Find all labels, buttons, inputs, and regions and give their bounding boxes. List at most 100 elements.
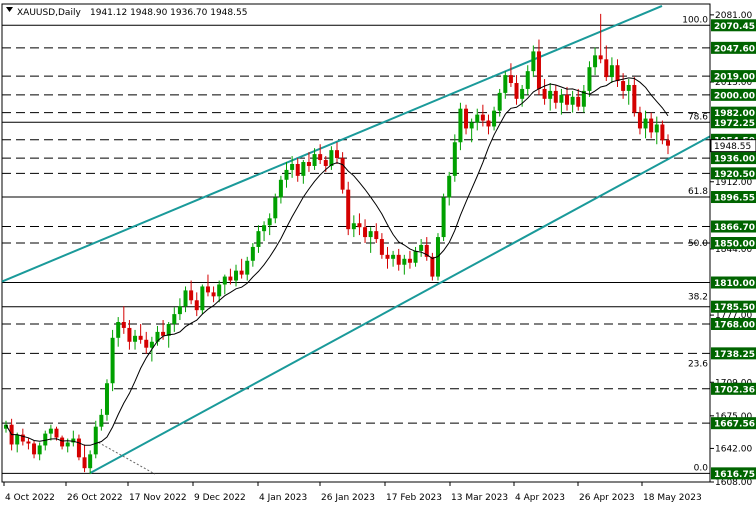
candle-body bbox=[329, 150, 334, 166]
level-price-label: 2047.60 bbox=[714, 44, 755, 54]
candle-body bbox=[306, 162, 311, 166]
fib-label: 0.0 bbox=[694, 463, 709, 473]
candle-body bbox=[441, 197, 446, 238]
candle-body bbox=[183, 290, 188, 307]
candle-body bbox=[553, 90, 558, 103]
date-label: 17 Feb 2023 bbox=[386, 493, 442, 503]
candle-body bbox=[166, 323, 171, 336]
candle-body bbox=[565, 94, 570, 105]
candle-body bbox=[626, 84, 631, 91]
date-label: 17 Nov 2022 bbox=[129, 493, 187, 503]
candle-body bbox=[234, 270, 239, 281]
level-price-label: 1785.50 bbox=[714, 303, 755, 313]
candle-body bbox=[452, 142, 457, 176]
candle-body bbox=[189, 290, 194, 301]
candle-body bbox=[205, 286, 210, 293]
candle-body bbox=[60, 437, 65, 447]
candle-body bbox=[379, 239, 384, 255]
price-tick-label: 1642.00 bbox=[715, 444, 752, 454]
candle-body bbox=[262, 225, 267, 232]
candle-body bbox=[15, 434, 20, 445]
candle-body bbox=[419, 244, 424, 251]
candle-body bbox=[127, 327, 132, 342]
candle-body bbox=[576, 96, 581, 107]
candle-body bbox=[273, 197, 278, 219]
candle-body bbox=[116, 322, 121, 338]
fib-label: 78.6 bbox=[688, 112, 708, 122]
candle-body bbox=[37, 445, 42, 455]
candle-body bbox=[54, 428, 59, 438]
candle-body bbox=[161, 331, 166, 336]
symbol-label: XAUUSD,Daily bbox=[17, 8, 81, 18]
price-chart[interactable]: 100.078.661.850.038.223.60.02081.002013.… bbox=[0, 0, 756, 510]
candle-body bbox=[340, 158, 345, 190]
candle-body bbox=[621, 81, 626, 91]
candle-body bbox=[660, 124, 665, 141]
candle-body bbox=[211, 292, 216, 297]
candle-body bbox=[396, 254, 401, 265]
date-label: 26 Apr 2023 bbox=[579, 493, 635, 503]
candle-body bbox=[335, 150, 339, 159]
candle-body bbox=[542, 88, 547, 99]
level-price-label: 1866.70 bbox=[714, 223, 755, 233]
candle-body bbox=[133, 335, 138, 342]
candle-body bbox=[525, 71, 530, 89]
candle-body bbox=[65, 442, 70, 447]
candle-body bbox=[48, 428, 53, 434]
candle-body bbox=[604, 59, 609, 78]
candle-body bbox=[536, 51, 541, 89]
candle-body bbox=[32, 443, 37, 455]
date-label: 9 Dec 2022 bbox=[194, 493, 246, 503]
candle-body bbox=[637, 112, 642, 129]
candle-body bbox=[88, 454, 93, 469]
level-price-label: 1972.25 bbox=[714, 119, 755, 129]
candle-body bbox=[222, 276, 227, 285]
level-price-label: 1810.00 bbox=[714, 279, 755, 289]
candle-body bbox=[228, 276, 233, 281]
candle-body bbox=[312, 154, 317, 166]
candle-body bbox=[323, 160, 328, 166]
candle-body bbox=[402, 258, 407, 265]
candle-body bbox=[284, 169, 289, 180]
candle-body bbox=[250, 246, 255, 261]
candle-body bbox=[245, 260, 250, 275]
candle-body bbox=[172, 314, 177, 324]
candle-body bbox=[177, 306, 182, 315]
candle-body bbox=[99, 414, 104, 427]
candle-body bbox=[295, 163, 300, 176]
candle-body bbox=[363, 227, 368, 238]
candle-body bbox=[587, 67, 592, 91]
candle-body bbox=[239, 270, 244, 275]
fib-label: 38.2 bbox=[688, 292, 708, 302]
candle-body bbox=[643, 118, 648, 129]
candle-body bbox=[548, 90, 553, 99]
candle-body bbox=[666, 140, 670, 146]
candle-body bbox=[391, 254, 396, 259]
candle-body bbox=[200, 286, 205, 311]
candle-body bbox=[615, 65, 620, 82]
date-label: 26 Oct 2022 bbox=[67, 493, 123, 503]
candle-body bbox=[301, 162, 306, 176]
candle-body bbox=[138, 335, 143, 340]
candle-body bbox=[93, 426, 98, 455]
candle-body bbox=[520, 88, 525, 99]
candle-body bbox=[469, 122, 474, 129]
fib-label: 61.8 bbox=[688, 187, 708, 197]
candle-body bbox=[508, 75, 513, 84]
fib-label: 50.0 bbox=[688, 239, 708, 249]
candle-body bbox=[357, 223, 362, 228]
date-label: 18 May 2023 bbox=[643, 493, 702, 503]
candle-body bbox=[26, 441, 31, 444]
level-price-label: 1616.75 bbox=[714, 470, 755, 480]
level-price-label: 1667.56 bbox=[714, 420, 755, 430]
level-price-label: 1768.00 bbox=[714, 320, 755, 330]
candle-body bbox=[480, 114, 485, 121]
candle-body bbox=[318, 154, 323, 161]
candle-body bbox=[104, 383, 109, 415]
candle-body bbox=[256, 231, 261, 247]
candle-body bbox=[374, 231, 379, 240]
candle-body bbox=[458, 108, 463, 143]
candle-body bbox=[559, 94, 564, 103]
level-price-label: 1920.50 bbox=[714, 170, 755, 180]
chart-window: 100.0 78.6 61.8 50.0 38.2 23.6 0.0 2081.00 2013.… bbox=[0, 0, 756, 510]
